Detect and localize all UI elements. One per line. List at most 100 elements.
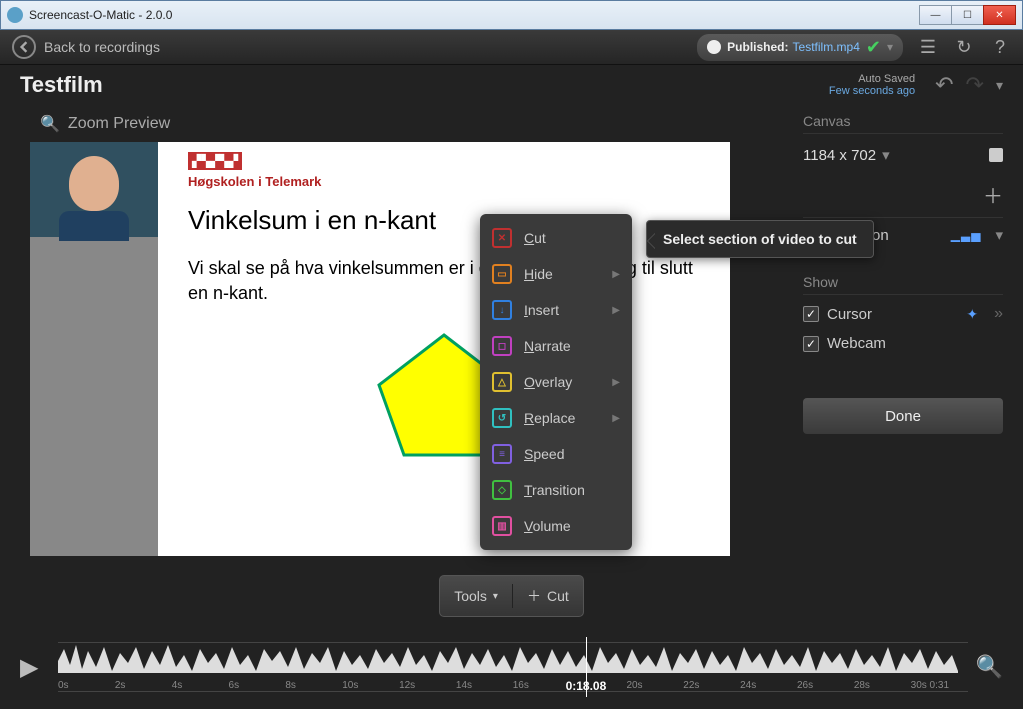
properties-panel: Canvas 1184 x 702 ▾ ＋ Narration ▁▃▅ ▾ Sh… xyxy=(803,105,1023,575)
insert-icon: ↓ xyxy=(492,300,512,320)
minimize-button[interactable]: — xyxy=(919,5,952,25)
play-button[interactable]: ▶ xyxy=(20,653,50,682)
tools-dropdown[interactable]: Tools ▾ xyxy=(440,584,513,608)
chevron-down-icon: ▾ xyxy=(887,40,893,54)
timeline-track[interactable]: 0s2s4s6s8s10s12s14s16s20s22s24s26s28s30s… xyxy=(58,642,968,692)
show-webcam-row[interactable]: Webcam xyxy=(803,329,1003,358)
ctx-label: Narrate xyxy=(524,338,571,354)
webcam-checkbox[interactable] xyxy=(803,336,819,352)
chevron-down-icon[interactable]: ▾ xyxy=(996,77,1003,94)
undo-redo-group: ↶ ↷ ▾ xyxy=(935,72,1003,98)
tools-context-menu: ✕Cut▭Hide▶↓Insert▶◻Narrate△Overlay▶↺Repl… xyxy=(480,214,632,550)
ctx-label: Replace xyxy=(524,410,575,426)
tick-label: 28s xyxy=(854,680,911,691)
tick-label: 2s xyxy=(115,680,172,691)
cut-quick-button[interactable]: ＋ Cut xyxy=(513,582,583,610)
replace-icon: ↺ xyxy=(492,408,512,428)
speed-icon: ≡ xyxy=(492,444,512,464)
submenu-arrow-icon: ▶ xyxy=(612,269,620,280)
ctx-item-insert[interactable]: ↓ Insert ▶ xyxy=(480,292,632,328)
publish-status[interactable]: Published: Testfilm.mp4 ✔ ▾ xyxy=(697,34,903,61)
ctx-item-transition[interactable]: ◇ Transition xyxy=(480,472,632,508)
ctx-label: Cut xyxy=(524,230,546,246)
window-titlebar: Screencast-O-Matic - 2.0.0 — ☐ ✕ xyxy=(0,0,1023,30)
chevron-down-icon: ▾ xyxy=(882,146,890,164)
cursor-options-icon[interactable]: ✦ xyxy=(966,306,978,323)
tick-label: 10s xyxy=(342,680,399,691)
ctx-label: Insert xyxy=(524,302,559,318)
tick-label: 8s xyxy=(285,680,342,691)
undo-button[interactable]: ↶ xyxy=(935,72,953,98)
ctx-item-hide[interactable]: ▭Hide▶ xyxy=(480,256,632,292)
ctx-label: Hide xyxy=(524,266,553,282)
project-title[interactable]: Testfilm xyxy=(20,72,829,98)
submenu-arrow-icon: ▶ xyxy=(612,377,620,388)
canvas-section-label: Canvas xyxy=(803,113,1003,134)
cut-label: Cut xyxy=(547,588,569,604)
ctx-label: Speed xyxy=(524,446,565,462)
window-title: Screencast-O-Matic - 2.0.0 xyxy=(29,8,920,22)
current-time: 0:18.08 xyxy=(566,679,607,693)
close-button[interactable]: ✕ xyxy=(983,5,1016,25)
show-cursor-row[interactable]: Cursor ✦ » xyxy=(803,299,1003,329)
tick-label: 14s xyxy=(456,680,513,691)
publish-file: Testfilm.mp4 xyxy=(793,40,860,54)
ctx-item-speed[interactable]: ≡ Speed xyxy=(480,436,632,472)
waveform xyxy=(58,641,958,673)
webcam-label: Webcam xyxy=(827,335,886,352)
audio-level-icon: ▁▃▅ xyxy=(951,228,982,242)
add-row[interactable]: ＋ xyxy=(803,172,1003,218)
cut-tooltip: Select section of video to cut xyxy=(646,220,874,258)
help-icon[interactable]: ? xyxy=(989,36,1011,58)
tools-label: Tools xyxy=(454,588,487,604)
window-controls: — ☐ ✕ xyxy=(920,5,1016,25)
cursor-label: Cursor xyxy=(827,306,872,323)
app-icon xyxy=(7,7,23,23)
ctx-item-replace[interactable]: ↺Replace▶ xyxy=(480,400,632,436)
webcam-overlay[interactable] xyxy=(30,142,158,237)
zoom-preview-label: Zoom Preview xyxy=(68,115,170,133)
back-icon[interactable] xyxy=(12,35,36,59)
notes-icon[interactable]: ☰ xyxy=(917,36,939,58)
publish-label: Published: xyxy=(727,40,788,54)
transition-icon: ◇ xyxy=(492,480,512,500)
maximize-button[interactable]: ☐ xyxy=(951,5,984,25)
done-button[interactable]: Done xyxy=(803,398,1003,434)
tick-label: 0s xyxy=(58,680,115,691)
plus-icon: ＋ xyxy=(983,180,1003,209)
chevron-down-icon[interactable]: ▾ xyxy=(995,226,1003,244)
title-row: Testfilm Auto Saved Few seconds ago ↶ ↷ … xyxy=(0,65,1023,105)
cursor-checkbox[interactable] xyxy=(803,306,819,322)
autosave-time[interactable]: Few seconds ago xyxy=(829,85,915,97)
tick-label: 6s xyxy=(229,680,286,691)
tick-label: 20s xyxy=(626,680,683,691)
ctx-item-volume[interactable]: ▥Volume xyxy=(480,508,632,544)
autosave-status: Auto Saved Few seconds ago xyxy=(829,73,915,97)
timeline-zoom-icon[interactable]: 🔍 xyxy=(976,654,1003,680)
slide-org: Høgskolen i Telemark xyxy=(188,174,700,189)
tick-label: 16s xyxy=(513,680,570,691)
tick-label: 12s xyxy=(399,680,456,691)
search-icon: 🔍 xyxy=(40,114,60,134)
show-section-label: Show xyxy=(803,274,1003,295)
back-label[interactable]: Back to recordings xyxy=(44,39,160,55)
ctx-label: Transition xyxy=(524,482,585,498)
canvas-dim-value: 1184 x 702 xyxy=(803,147,876,164)
canvas-dimensions[interactable]: 1184 x 702 ▾ xyxy=(803,138,1003,172)
ctx-item-overlay[interactable]: △Overlay▶ xyxy=(480,364,632,400)
timeline-ticks: 0s2s4s6s8s10s12s14s16s20s22s24s26s28s30s… xyxy=(58,680,968,691)
history-icon[interactable]: ↻ xyxy=(953,36,975,58)
tick-label: 4s xyxy=(172,680,229,691)
ctx-item-narrate[interactable]: ◻ Narrate xyxy=(480,328,632,364)
ctx-item-cut[interactable]: ✕Cut xyxy=(480,220,632,256)
zoom-preview-toggle[interactable]: 🔍 Zoom Preview xyxy=(40,114,783,134)
autosave-label: Auto Saved xyxy=(858,73,915,85)
tool-pill: Tools ▾ ＋ Cut xyxy=(439,575,584,617)
ctx-label: Overlay xyxy=(524,374,572,390)
narrate-icon: ◻ xyxy=(492,336,512,356)
redo-button[interactable]: ↷ xyxy=(966,72,984,98)
tool-strip: Tools ▾ ＋ Cut xyxy=(0,575,1023,617)
more-icon[interactable]: » xyxy=(994,305,1003,323)
background-swatch[interactable] xyxy=(989,148,1003,162)
submenu-arrow-icon: ▶ xyxy=(612,305,620,316)
